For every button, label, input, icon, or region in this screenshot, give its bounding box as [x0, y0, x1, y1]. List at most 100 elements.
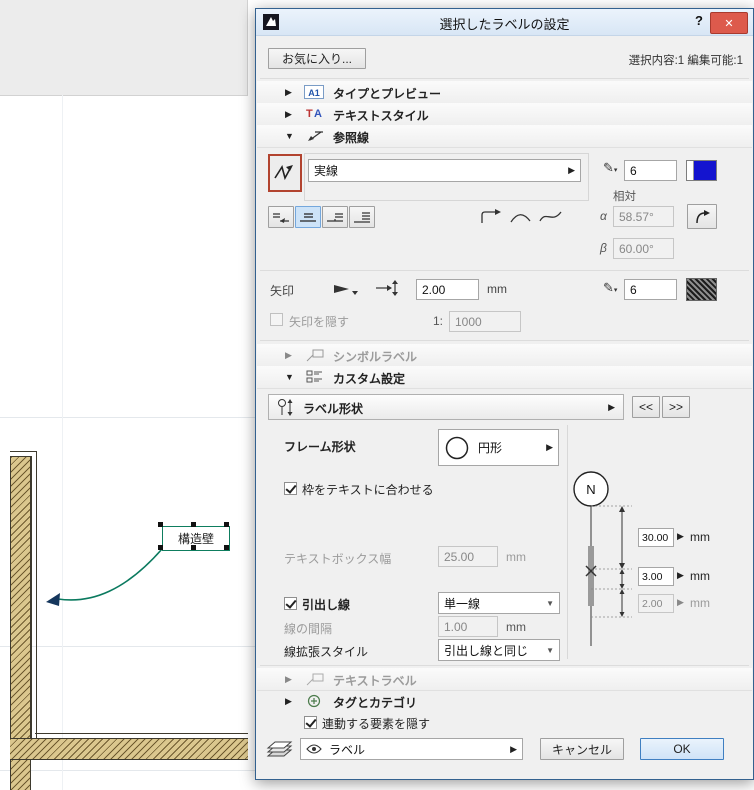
leader-type-combo[interactable]: 単一線 ▼ — [438, 592, 560, 614]
dim-bottom-unit: mm — [690, 596, 710, 610]
structural-wall-label[interactable]: 構造壁 — [162, 526, 230, 551]
text-style-icon: T A — [306, 108, 322, 120]
collapse-panel-label: << — [638, 400, 653, 414]
arrow-pen-field[interactable]: 6 — [624, 279, 677, 300]
spin-arrow-icon[interactable]: ▶ — [677, 532, 684, 541]
expand-panel-label: >> — [668, 400, 683, 414]
hide-arrow-checkbox — [270, 313, 283, 326]
section-label: シンボルラベル — [333, 350, 418, 364]
section-label: タグとカテゴリ — [333, 696, 418, 710]
line-spacing-value: 1.00 — [444, 619, 468, 634]
section-type-preview[interactable]: ▶ A1 タイプとプレビュー — [257, 81, 752, 104]
help-button[interactable]: ? — [695, 13, 703, 28]
ok-button[interactable]: OK — [640, 738, 724, 760]
frame-shape-value: 円形 — [478, 441, 503, 455]
collapse-triangle-icon: ▶ — [285, 350, 292, 360]
layer-combo[interactable]: ラベル ▶ — [300, 738, 523, 760]
dim-mid-field[interactable]: 3.00 — [638, 567, 674, 586]
ok-button-label: OK — [673, 742, 691, 756]
circle-shape-icon — [445, 436, 469, 459]
leader-position-button-4[interactable] — [349, 206, 375, 228]
arrow-size-field[interactable]: 2.00 — [416, 279, 479, 300]
label-shape-bar[interactable]: ラベル形状 ▶ — [268, 394, 624, 420]
menu-arrow-icon: ▶ — [510, 743, 517, 754]
drawing-canvas[interactable]: 構造壁 — [0, 0, 255, 790]
arrowhead-type-button[interactable] — [332, 283, 358, 296]
frame-shape-label: フレーム形状 — [284, 440, 356, 454]
dialog-title-bar[interactable]: 選択したラベルの設定 ? ✕ — [256, 9, 753, 36]
expand-panel-button[interactable]: >> — [662, 396, 690, 418]
label-leader-line[interactable] — [0, 0, 250, 790]
arrowhead-icon — [334, 285, 358, 295]
layers-icon[interactable] — [266, 739, 293, 759]
line-pen-field[interactable]: 6 — [624, 160, 677, 181]
section-label: 参照線 — [333, 131, 370, 145]
leader-style-straight-button[interactable] — [478, 208, 504, 226]
corner-line-icon — [481, 209, 501, 223]
combo-arrow-icon: ▼ — [546, 598, 554, 608]
tags-categories-icon — [307, 694, 321, 708]
custom-settings-icon — [306, 370, 322, 383]
swatch-blue-part — [694, 161, 716, 180]
screen: 構造壁 選択したラベルの設定 ? ✕ お気に入り... 選択内容:1 編集可能:… — [0, 0, 754, 790]
selection-handle[interactable] — [224, 545, 229, 550]
selection-handle[interactable] — [191, 522, 196, 527]
close-icon: ✕ — [724, 17, 734, 30]
spin-arrow-icon[interactable]: ▶ — [677, 571, 684, 580]
arrow-size-value: 2.00 — [422, 282, 446, 297]
leader-checkbox[interactable] — [284, 597, 297, 610]
scale-prefix: 1: — [433, 314, 444, 328]
frame-shape-dropdown[interactable]: 円形 ▶ — [438, 429, 559, 466]
cancel-button[interactable]: キャンセル — [540, 738, 624, 760]
collapse-triangle-icon: ▶ — [285, 674, 292, 684]
arrow-pen-value: 6 — [630, 282, 637, 297]
line-type-dropdown[interactable]: 実線 ▶ — [308, 159, 581, 182]
close-button[interactable]: ✕ — [710, 12, 748, 34]
leader-style-arc-button[interactable] — [508, 208, 534, 226]
pen-color-swatch[interactable] — [686, 160, 717, 181]
polyline-arrow-icon — [274, 165, 293, 181]
textbox-width-label: テキストボックス幅 — [284, 552, 392, 566]
section-label: カスタム設定 — [333, 372, 406, 386]
angle-alpha-value: 58.57° — [619, 209, 654, 224]
section-symbol-label[interactable]: ▶ シンボルラベル — [257, 344, 752, 367]
section-reference-line[interactable]: ▼ 参照線 — [257, 125, 752, 148]
hide-arrow-label: 矢印を隠す — [289, 315, 350, 329]
favorites-button-label: お気に入り... — [281, 52, 352, 66]
section-label: タイプとプレビュー — [333, 87, 442, 101]
leader-style-spline-button[interactable] — [538, 208, 564, 226]
collapse-panel-button[interactable]: << — [632, 396, 660, 418]
text-style-a: A — [314, 108, 322, 120]
selection-handle[interactable] — [158, 522, 163, 527]
leader-position-button-3[interactable] — [322, 206, 348, 228]
section-custom-settings[interactable]: ▼ カスタム設定 — [257, 366, 752, 389]
type-badge: A1 — [308, 88, 320, 98]
collapse-triangle-icon: ▶ — [285, 87, 292, 97]
dim-top-field[interactable]: 30.00 — [638, 528, 674, 547]
flip-leader-button[interactable] — [687, 204, 717, 229]
arrow-size-icon — [374, 279, 400, 297]
selection-handle[interactable] — [224, 522, 229, 527]
section-text-style[interactable]: ▶ T A テキストスタイル — [257, 103, 752, 126]
fit-frame-checkbox[interactable] — [284, 482, 297, 495]
line-extension-combo[interactable]: 引出し線と同じ ▼ — [438, 639, 560, 661]
textbox-width-unit: mm — [506, 550, 526, 564]
line-extension-value: 引出し線と同じ — [444, 643, 529, 658]
cancel-button-label: キャンセル — [551, 742, 612, 757]
line-spacing-label: 線の間隔 — [284, 622, 333, 636]
dim-top-unit: mm — [690, 530, 710, 544]
selection-handle[interactable] — [191, 545, 196, 550]
section-tags-categories[interactable]: ▶ タグとカテゴリ — [257, 690, 752, 712]
arrow-pattern-button[interactable] — [686, 278, 717, 301]
selection-handle[interactable] — [158, 545, 163, 550]
text-style-t: T — [306, 108, 313, 120]
leader-position-button-1[interactable] — [268, 206, 294, 228]
reference-line-icon — [308, 131, 323, 141]
hide-linked-checkbox[interactable] — [304, 716, 317, 729]
leader-position-button-2[interactable] — [295, 206, 321, 228]
section-text-label[interactable]: ▶ テキストラベル — [257, 668, 752, 691]
favorites-button[interactable]: お気に入り... — [268, 48, 366, 69]
geometry-method-button[interactable] — [268, 154, 302, 192]
label-shape-title: ラベル形状 — [303, 402, 364, 416]
dropdown-small-icon: ▾ — [613, 167, 618, 174]
